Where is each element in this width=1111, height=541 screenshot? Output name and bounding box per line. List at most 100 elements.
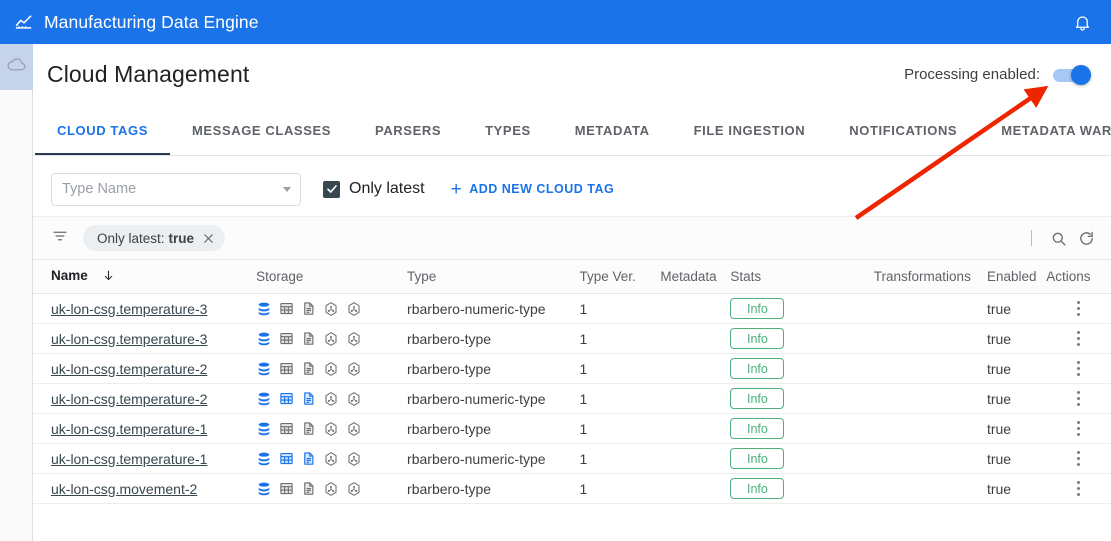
row-actions-menu-icon[interactable]: [1046, 331, 1111, 347]
cloud-tag-link[interactable]: uk-lon-csg.movement-2: [51, 481, 197, 497]
database-icon[interactable]: [256, 481, 272, 497]
stats-info-button[interactable]: Info: [730, 328, 784, 349]
column-header-type[interactable]: Type: [407, 260, 579, 294]
database-icon[interactable]: [256, 331, 272, 347]
stats-info-button[interactable]: Info: [730, 418, 784, 439]
column-header-transformations[interactable]: Transformations: [874, 260, 987, 294]
pubsub-icon[interactable]: [346, 451, 362, 467]
pubsub-icon[interactable]: [323, 391, 339, 407]
pubsub-icon[interactable]: [323, 481, 339, 497]
row-actions-menu-icon[interactable]: [1046, 361, 1111, 377]
column-header-name[interactable]: Name: [33, 260, 256, 294]
stats-info-button[interactable]: Info: [730, 358, 784, 379]
table-grid-icon[interactable]: [279, 481, 294, 496]
sidebar-item-cloud-management[interactable]: [0, 44, 33, 90]
tab-parsers[interactable]: PARSERS: [353, 106, 463, 155]
column-header-actions[interactable]: Actions: [1046, 260, 1111, 294]
stats-info-button[interactable]: Info: [730, 448, 784, 469]
document-icon[interactable]: [301, 421, 316, 436]
pubsub-icon[interactable]: [346, 421, 362, 437]
row-actions-menu-icon[interactable]: [1046, 481, 1111, 497]
pubsub-icon[interactable]: [323, 301, 339, 317]
pubsub-icon: [346, 481, 362, 497]
cloud-tag-link[interactable]: uk-lon-csg.temperature-1: [51, 421, 207, 437]
document-icon[interactable]: [301, 361, 316, 376]
stats-info-button[interactable]: Info: [730, 388, 784, 409]
pubsub-icon[interactable]: [346, 481, 362, 497]
row-actions-menu-icon[interactable]: [1046, 451, 1111, 467]
database-icon[interactable]: [256, 391, 272, 407]
document-icon[interactable]: [301, 481, 316, 496]
cloud-tag-link[interactable]: uk-lon-csg.temperature-3: [51, 301, 207, 317]
row-actions-menu-icon[interactable]: [1046, 421, 1111, 437]
storage-icon-group: [256, 331, 407, 347]
column-header-metadata[interactable]: Metadata: [660, 260, 730, 294]
stats-info-button[interactable]: Info: [730, 298, 784, 319]
tab-types[interactable]: TYPES: [463, 106, 553, 155]
tab-file-ingestion[interactable]: FILE INGESTION: [672, 106, 828, 155]
column-header-enabled[interactable]: Enabled: [987, 260, 1046, 294]
table-grid-icon[interactable]: [279, 301, 294, 316]
tab-message-classes[interactable]: MESSAGE CLASSES: [170, 106, 353, 155]
table-grid-icon[interactable]: [279, 331, 294, 346]
cell-enabled: true: [987, 474, 1046, 504]
cloud-tag-link[interactable]: uk-lon-csg.temperature-2: [51, 391, 207, 407]
row-actions-menu-icon[interactable]: [1046, 301, 1111, 317]
cloud-tag-link[interactable]: uk-lon-csg.temperature-1: [51, 451, 207, 467]
table-grid-icon[interactable]: [279, 391, 294, 406]
pubsub-icon[interactable]: [346, 331, 362, 347]
tab-metadata-warnings[interactable]: METADATA WARNINGS: [979, 106, 1111, 155]
only-latest-checkbox[interactable]: Only latest: [323, 180, 425, 198]
filter-list-icon[interactable]: [51, 227, 69, 250]
database-icon[interactable]: [256, 421, 272, 437]
pubsub-icon[interactable]: [323, 331, 339, 347]
row-actions-menu-icon[interactable]: [1046, 391, 1111, 407]
table-row[interactable]: uk-lon-csg.temperature-2 rbarbero-numeri…: [33, 384, 1111, 414]
tab-cloud-tags[interactable]: CLOUD TAGS: [35, 106, 170, 155]
cloud-tags-table: Name Storage Type Type Ver. Metadata Sta…: [33, 260, 1111, 504]
pubsub-icon[interactable]: [346, 391, 362, 407]
notifications-bell-icon[interactable]: [1069, 9, 1095, 35]
document-icon[interactable]: [301, 391, 316, 406]
add-new-cloud-tag-button[interactable]: + ADD NEW CLOUD TAG: [451, 180, 615, 199]
cell-type: rbarbero-numeric-type: [407, 294, 579, 324]
table-row[interactable]: uk-lon-csg.temperature-2 rbarbero-type: [33, 354, 1111, 384]
filter-chip-only-latest[interactable]: Only latest: true: [83, 225, 225, 251]
cell-storage: [256, 444, 407, 474]
close-icon[interactable]: [202, 232, 215, 245]
document-icon[interactable]: [301, 301, 316, 316]
cloud-tag-link[interactable]: uk-lon-csg.temperature-3: [51, 331, 207, 347]
table-row[interactable]: uk-lon-csg.movement-2 rbarbero-type 1: [33, 474, 1111, 504]
table-row[interactable]: uk-lon-csg.temperature-1 rbarbero-type: [33, 414, 1111, 444]
table-row[interactable]: uk-lon-csg.temperature-3 rbarbero-type: [33, 324, 1111, 354]
table-row[interactable]: uk-lon-csg.temperature-1 rbarbero-numeri…: [33, 444, 1111, 474]
cell-type-ver: 1: [580, 444, 661, 474]
processing-enabled-toggle[interactable]: [1053, 65, 1091, 85]
stats-info-button[interactable]: Info: [730, 478, 784, 499]
table-grid-icon[interactable]: [279, 421, 294, 436]
cloud-tag-link[interactable]: uk-lon-csg.temperature-2: [51, 361, 207, 377]
database-icon[interactable]: [256, 361, 272, 377]
column-header-storage[interactable]: Storage: [256, 260, 407, 294]
database-icon[interactable]: [256, 451, 272, 467]
pubsub-icon[interactable]: [346, 361, 362, 377]
column-header-stats[interactable]: Stats: [730, 260, 873, 294]
pubsub-icon[interactable]: [323, 451, 339, 467]
refresh-icon[interactable]: [1075, 227, 1097, 249]
table-grid-icon[interactable]: [279, 361, 294, 376]
database-icon[interactable]: [256, 301, 272, 317]
pubsub-icon: [323, 301, 339, 317]
pubsub-icon[interactable]: [346, 301, 362, 317]
document-icon[interactable]: [301, 451, 316, 466]
tab-metadata[interactable]: METADATA: [553, 106, 672, 155]
cell-actions: [1046, 414, 1111, 444]
pubsub-icon[interactable]: [323, 421, 339, 437]
search-icon[interactable]: [1047, 227, 1069, 249]
pubsub-icon[interactable]: [323, 361, 339, 377]
document-icon[interactable]: [301, 331, 316, 346]
tab-notifications[interactable]: NOTIFICATIONS: [827, 106, 979, 155]
table-row[interactable]: uk-lon-csg.temperature-3 rbarbero-numeri…: [33, 294, 1111, 324]
table-grid-icon[interactable]: [279, 451, 294, 466]
type-name-select[interactable]: Type Name: [51, 173, 301, 206]
column-header-type-ver[interactable]: Type Ver.: [580, 260, 661, 294]
